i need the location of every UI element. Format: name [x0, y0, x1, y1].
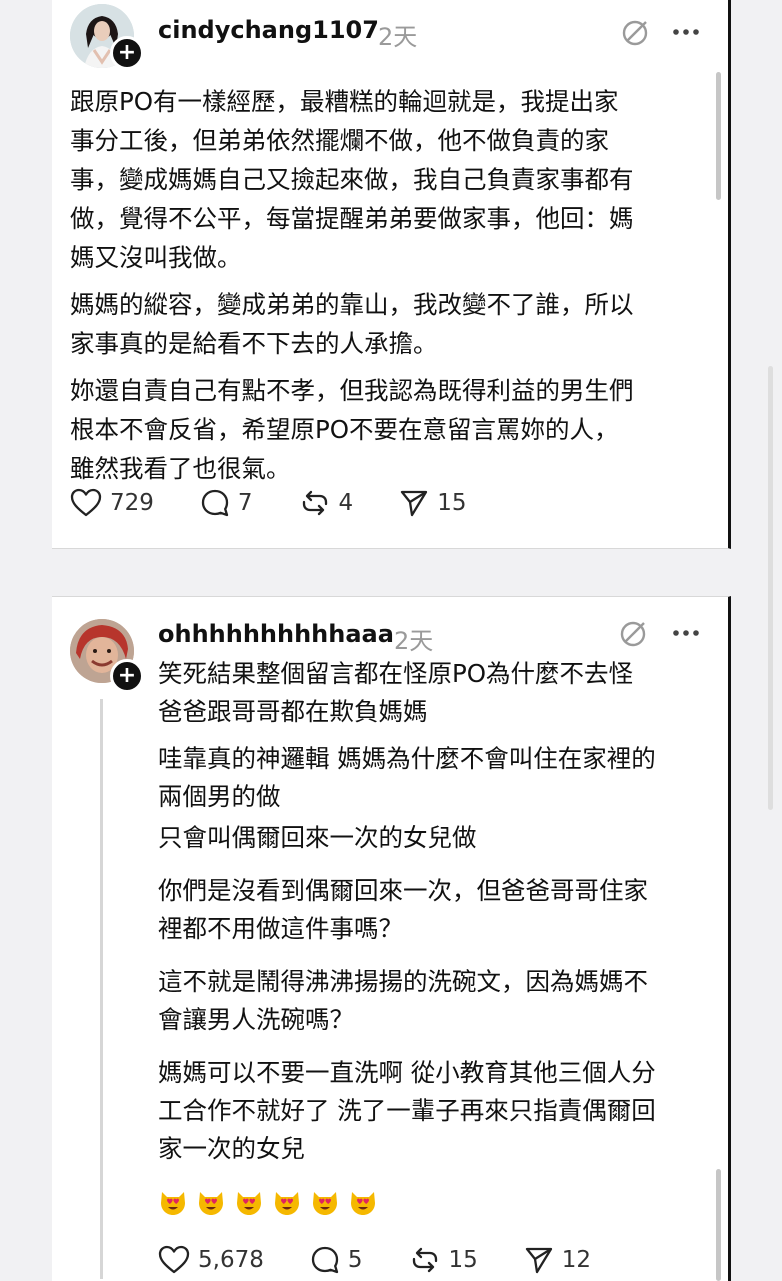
heart-eyes-cat-emoji	[161, 1192, 185, 1215]
slashed-circle-icon[interactable]	[620, 18, 650, 48]
follow-plus-icon[interactable]: +	[110, 659, 144, 693]
share-count: 15	[437, 490, 467, 516]
paragraph: 媽媽的縱容，變成弟弟的靠山，我改變不了誰，所以 家事真的是給看不下去的人承擔。	[70, 285, 634, 363]
paragraph: 這不就是鬧得沸沸揚揚的洗碗文，因為媽媽不 會讓男人洗碗嗎？	[158, 963, 656, 1039]
comment-count: 7	[237, 490, 253, 516]
paragraph: 妳還自責自己有點不孝，但我認為既得利益的男生們 根本不會反省，希望原PO不要在意…	[70, 371, 634, 488]
thread-line	[100, 699, 103, 1279]
action-bar: 5,678 5 15 12	[158, 1245, 637, 1275]
more-icon[interactable]	[672, 28, 700, 36]
follow-plus-icon[interactable]: +	[110, 36, 144, 70]
heart-eyes-cat-emoji	[275, 1192, 299, 1215]
heart-eyes-cat-emoji	[313, 1192, 337, 1215]
repost-icon	[302, 490, 327, 516]
text-line: 你們是沒看到偶爾回來一次，但爸爸哥哥住家	[158, 876, 648, 905]
text-line: 做，覺得不公平，每當提醒弟弟要做家事，他回：媽	[70, 204, 634, 233]
paragraph: 跟原PO有一樣經歷，最糟糕的輪迴就是，我提出家 事分工後，但弟弟依然擺爛不做，他…	[70, 82, 634, 277]
text-line: 媽媽的縱容，變成弟弟的靠山，我改變不了誰，所以	[70, 290, 634, 319]
text-line: 兩個男的做	[158, 782, 281, 811]
text-line: 哇靠真的神邏輯 媽媽為什麼不會叫住在家裡的	[158, 744, 656, 773]
comment-button[interactable]: 7	[200, 488, 253, 518]
heart-eyes-cat-emoji	[199, 1192, 223, 1215]
post-card: + cindychang1107 2天 跟原PO有一樣經歷，最糟糕的輪迴就是，我…	[52, 0, 731, 549]
like-button[interactable]: 5,678	[158, 1245, 264, 1275]
share-button[interactable]: 15	[399, 488, 466, 518]
paragraph: 只會叫偶爾回來一次的女兒做	[158, 819, 656, 857]
text-line: 媽媽可以不要一直洗啊 從小教育其他三個人分	[158, 1058, 656, 1087]
action-bar: 729 7 4 15	[70, 488, 512, 518]
post-body: 笑死結果整個留言都在怪原PO為什麼不去怪 爸爸跟哥哥都在欺負媽媽 哇靠真的神邏輯…	[158, 655, 656, 1168]
text-line: 只會叫偶爾回來一次的女兒做	[158, 823, 477, 852]
more-icon[interactable]	[672, 629, 700, 637]
repost-count: 15	[448, 1247, 478, 1273]
share-count: 12	[561, 1247, 592, 1273]
paragraph: 笑死結果整個留言都在怪原PO為什麼不去怪 爸爸跟哥哥都在欺負媽媽	[158, 655, 656, 731]
scrollbar[interactable]	[716, 72, 721, 200]
username[interactable]: ohhhhhhhhhhaaa	[158, 620, 394, 648]
repost-count: 4	[338, 490, 354, 516]
share-button[interactable]: 12	[524, 1245, 591, 1275]
text-line: 媽又沒叫我做。	[70, 243, 242, 272]
text-line: 這不就是鬧得沸沸揚揚的洗碗文，因為媽媽不	[158, 967, 648, 996]
scrollbar[interactable]	[716, 1169, 721, 1281]
like-button[interactable]: 729	[70, 488, 154, 518]
heart-eyes-cat-emoji	[351, 1192, 375, 1215]
text-line: 爸爸跟哥哥都在欺負媽媽	[158, 697, 428, 726]
text-line: 裡都不用做這件事嗎？	[158, 914, 403, 943]
text-line: 跟原PO有一樣經歷，最糟糕的輪迴就是，我提出家	[70, 87, 619, 116]
paragraph: 媽媽可以不要一直洗啊 從小教育其他三個人分 工合作不就好了 洗了一輩子再來只指責…	[158, 1054, 656, 1168]
page-scrollbar[interactable]	[768, 366, 773, 810]
post-card: + ohhhhhhhhhhaaa 2天 笑死結果整個留言都在怪原PO為什麼不去怪…	[52, 596, 731, 1281]
like-count: 729	[110, 490, 154, 516]
text-line: 妳還自責自己有點不孝，但我認為既得利益的男生們	[70, 376, 634, 405]
paragraph: 哇靠真的神邏輯 媽媽為什麼不會叫住在家裡的 兩個男的做	[158, 740, 656, 816]
post-body: 跟原PO有一樣經歷，最糟糕的輪迴就是，我提出家 事分工後，但弟弟依然擺爛不做，他…	[70, 82, 634, 488]
username[interactable]: cindychang1107	[158, 16, 379, 44]
text-line: 根本不會反省，希望原PO不要在意留言罵妳的人，	[70, 415, 619, 444]
comment-icon	[201, 489, 229, 517]
text-line: 會讓男人洗碗嗎？	[158, 1005, 354, 1034]
repost-button[interactable]: 4	[299, 488, 354, 518]
comment-button[interactable]: 5	[310, 1245, 363, 1275]
text-line: 雖然我看了也很氣。	[70, 454, 291, 483]
share-icon	[401, 490, 428, 517]
paragraph: 你們是沒看到偶爾回來一次，但爸爸哥哥住家 裡都不用做這件事嗎？	[158, 872, 656, 948]
text-line: 事分工後，但弟弟依然擺爛不做，他不做負責的家	[70, 126, 609, 155]
comment-icon	[311, 1246, 339, 1274]
text-line: 工合作不就好了 洗了一輩子再來只指責偶爾回	[158, 1096, 656, 1125]
heart-icon	[158, 1245, 190, 1274]
like-count: 5,678	[198, 1247, 264, 1273]
text-line: 家一次的女兒	[158, 1134, 305, 1163]
post-time: 2天	[394, 627, 434, 655]
slashed-circle-icon[interactable]	[618, 619, 648, 649]
comment-count: 5	[347, 1247, 363, 1273]
heart-icon	[70, 488, 102, 517]
emoji-row	[158, 1187, 386, 1217]
heart-eyes-cat-emoji	[237, 1192, 261, 1215]
text-line: 家事真的是給看不下去的人承擔。	[70, 329, 438, 358]
share-icon	[525, 1247, 552, 1274]
repost-button[interactable]: 15	[409, 1245, 478, 1275]
post-time: 2天	[378, 23, 418, 51]
text-line: 事，變成媽媽自己又撿起來做，我自己負責家事都有	[70, 165, 634, 194]
text-line: 笑死結果整個留言都在怪原PO為什麼不去怪	[158, 659, 634, 688]
repost-icon	[412, 1247, 437, 1273]
